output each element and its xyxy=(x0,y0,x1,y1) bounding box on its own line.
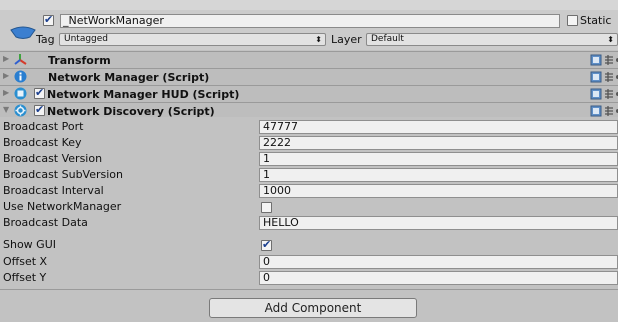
component-tools-icon[interactable] xyxy=(590,104,618,118)
property-label: Broadcast Port xyxy=(3,120,84,133)
offset-y-field[interactable]: 0 xyxy=(259,271,618,285)
property-label: Show GUI xyxy=(3,238,56,251)
gear-script-icon xyxy=(14,104,27,117)
broadcast-port-field[interactable]: 47777 xyxy=(259,120,618,134)
tag-dropdown[interactable]: Untagged ⬍ xyxy=(59,33,326,46)
component-title: Network Manager (Script) xyxy=(48,71,210,84)
inspector-top-strip xyxy=(0,0,618,10)
broadcast-subversion-field[interactable]: 1 xyxy=(259,168,618,182)
offset-x-field[interactable]: 0 xyxy=(259,255,618,269)
component-enabled-checkbox[interactable] xyxy=(34,103,45,116)
static-checkbox[interactable] xyxy=(567,15,578,26)
dropdown-arrow-icon: ⬍ xyxy=(315,35,322,44)
property-label: Offset Y xyxy=(3,271,47,284)
network-discovery-properties: Broadcast Port 47777 Broadcast Key 2222 … xyxy=(0,117,618,289)
info-icon xyxy=(14,70,27,83)
property-label: Broadcast Data xyxy=(3,216,88,229)
layer-label: Layer xyxy=(331,33,362,46)
layer-dropdown[interactable]: Default ⬍ xyxy=(366,33,618,46)
component-enabled-checkbox[interactable] xyxy=(34,86,45,99)
broadcast-interval-field[interactable]: 1000 xyxy=(259,184,618,198)
transform-icon xyxy=(14,54,27,65)
add-component-button[interactable]: Add Component xyxy=(209,298,417,318)
tag-dropdown-value: Untagged xyxy=(64,34,109,44)
property-row-offset-y: Offset Y 0 xyxy=(0,270,618,286)
property-label: Broadcast Version xyxy=(3,152,103,165)
property-label: Broadcast Key xyxy=(3,136,82,149)
layer-dropdown-value: Default xyxy=(371,34,404,44)
gameobject-name-field[interactable]: _NetWorkManager xyxy=(60,14,560,28)
gameobject-active-checkbox[interactable] xyxy=(43,13,54,26)
foldout-expanded-icon[interactable]: ▼ xyxy=(3,105,9,114)
component-header-network-manager[interactable]: ▶ Network Manager (Script) xyxy=(0,68,618,85)
property-row-broadcast-interval: Broadcast Interval 1000 xyxy=(0,183,618,199)
use-networkmanager-checkbox[interactable] xyxy=(261,202,272,213)
property-label: Broadcast Interval xyxy=(3,184,104,197)
property-row-broadcast-key: Broadcast Key 2222 xyxy=(0,135,618,151)
property-label: Use NetworkManager xyxy=(3,200,122,213)
component-tools-icon[interactable] xyxy=(590,70,618,84)
property-label: Broadcast SubVersion xyxy=(3,168,123,181)
component-title: Network Manager HUD (Script) xyxy=(47,88,240,101)
hud-icon xyxy=(14,87,27,100)
static-label: Static xyxy=(580,14,612,27)
foldout-collapsed-icon[interactable]: ▶ xyxy=(3,88,9,97)
property-row-broadcast-data: Broadcast Data HELLO xyxy=(0,215,618,231)
show-gui-checkbox[interactable] xyxy=(261,238,272,251)
dropdown-arrow-icon: ⬍ xyxy=(607,35,614,44)
broadcast-data-field[interactable]: HELLO xyxy=(259,216,618,230)
broadcast-key-field[interactable]: 2222 xyxy=(259,136,618,150)
property-row-broadcast-port: Broadcast Port 47777 xyxy=(0,119,618,135)
component-header-network-discovery[interactable]: ▼ Network Discovery (Script) xyxy=(0,102,618,118)
property-row-offset-x: Offset X 0 xyxy=(0,254,618,270)
broadcast-version-field[interactable]: 1 xyxy=(259,152,618,166)
property-row-broadcast-version: Broadcast Version 1 xyxy=(0,151,618,167)
foldout-collapsed-icon[interactable]: ▶ xyxy=(3,54,9,63)
property-row-broadcast-subversion: Broadcast SubVersion 1 xyxy=(0,167,618,183)
tag-label: Tag xyxy=(36,33,55,46)
gameobject-header: _NetWorkManager Static Tag Untagged ⬍ La… xyxy=(0,10,618,50)
component-header-network-manager-hud[interactable]: ▶ Network Manager HUD (Script) xyxy=(0,85,618,102)
gameobject-cube-icon xyxy=(10,26,36,39)
foldout-collapsed-icon[interactable]: ▶ xyxy=(3,71,9,80)
component-header-transform[interactable]: ▶ Transform xyxy=(0,51,618,68)
component-title: Transform xyxy=(48,54,111,67)
component-tools-icon[interactable] xyxy=(590,87,618,101)
component-tools-icon[interactable] xyxy=(590,53,618,67)
property-label: Offset X xyxy=(3,255,48,268)
property-row-show-gui: Show GUI xyxy=(0,237,618,253)
property-row-use-networkmanager: Use NetworkManager xyxy=(0,199,618,215)
inspector-footer: Add Component xyxy=(0,289,618,322)
